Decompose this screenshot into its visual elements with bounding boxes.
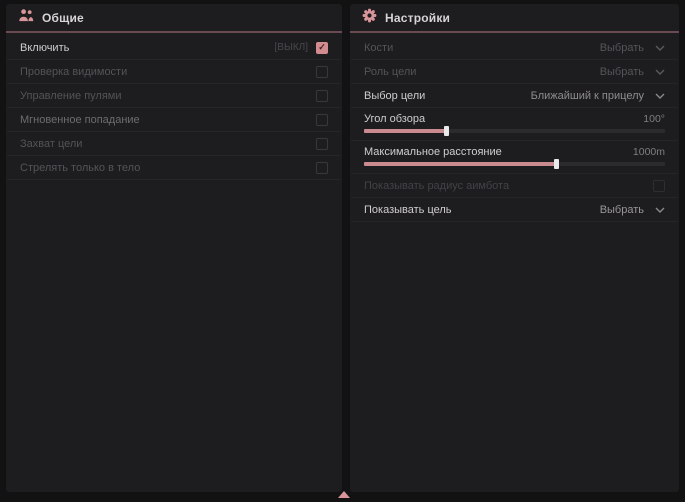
row-target-role[interactable]: Роль цели Выбрать	[351, 60, 678, 84]
row-target-selection[interactable]: Выбор цели Ближайший к прицелу	[351, 84, 678, 108]
dropdown-value: Выбрать	[600, 42, 644, 54]
row-label: Максимальное расстояние	[364, 146, 502, 158]
enable-checkbox[interactable]: ✓	[316, 42, 328, 54]
row-bullet-control[interactable]: Управление пулями	[7, 84, 341, 108]
target-role-dropdown[interactable]: Выбрать	[600, 66, 665, 78]
dropdown-value: Выбрать	[600, 66, 644, 78]
show-target-dropdown[interactable]: Выбрать	[600, 204, 665, 216]
row-label: Управление пулями	[20, 90, 122, 102]
general-rows: Включить [ВЫКЛ] ✓ Проверка видимости Упр…	[6, 33, 342, 180]
fov-slider-handle[interactable]	[444, 126, 449, 136]
users-icon	[18, 8, 34, 28]
panel-settings: Настройки Кости Выбрать Роль цели Выбрат…	[350, 4, 679, 492]
instant-hit-checkbox[interactable]	[316, 114, 328, 126]
fov-slider-fill	[364, 129, 447, 133]
visibility-check-checkbox[interactable]	[316, 66, 328, 78]
max-distance-value: 1000m	[633, 146, 665, 158]
row-label: Показывать радиус аимбота	[364, 180, 509, 192]
hotkey-hint: [ВЫКЛ]	[275, 42, 308, 53]
chevron-down-icon	[655, 207, 665, 213]
panel-settings-title: Настройки	[385, 11, 450, 25]
fov-slider[interactable]	[364, 129, 665, 133]
chevron-down-icon	[655, 93, 665, 99]
show-aimbot-radius-checkbox[interactable]	[653, 180, 665, 192]
row-bones[interactable]: Кости Выбрать	[351, 36, 678, 60]
row-label: Стрелять только в тело	[20, 162, 140, 174]
chevron-down-icon	[655, 45, 665, 51]
row-max-distance: Максимальное расстояние 1000m	[351, 141, 678, 174]
row-label: Выбор цели	[364, 90, 425, 102]
row-label: Роль цели	[364, 66, 416, 78]
row-show-target[interactable]: Показывать цель Выбрать	[351, 198, 678, 222]
row-fov: Угол обзора 100°	[351, 108, 678, 141]
max-distance-slider-fill	[364, 162, 557, 166]
row-enable[interactable]: Включить [ВЫКЛ] ✓	[7, 36, 341, 60]
row-label: Проверка видимости	[20, 66, 127, 78]
row-label: Кости	[364, 42, 393, 54]
panel-general: Общие Включить [ВЫКЛ] ✓ Проверка видимос…	[6, 4, 342, 492]
max-distance-slider-handle[interactable]	[554, 159, 559, 169]
scroll-up-arrow[interactable]	[338, 491, 350, 498]
fov-value: 100°	[643, 113, 665, 125]
panel-general-title: Общие	[42, 11, 84, 25]
chevron-down-icon	[655, 69, 665, 75]
row-label: Включить	[20, 42, 69, 54]
row-visibility-check[interactable]: Проверка видимости	[7, 60, 341, 84]
bones-dropdown[interactable]: Выбрать	[600, 42, 665, 54]
max-distance-slider[interactable]	[364, 162, 665, 166]
row-label: Показывать цель	[364, 204, 452, 216]
settings-rows: Кости Выбрать Роль цели Выбрать Выбор це…	[350, 33, 679, 222]
target-lock-checkbox[interactable]	[316, 138, 328, 150]
row-show-aimbot-radius[interactable]: Показывать радиус аимбота	[351, 174, 678, 198]
panel-general-header: Общие	[6, 4, 342, 31]
panel-settings-header: Настройки	[350, 4, 679, 31]
check-icon: ✓	[318, 43, 326, 52]
body-only-checkbox[interactable]	[316, 162, 328, 174]
row-instant-hit[interactable]: Мгновенное попадание	[7, 108, 341, 132]
row-label: Угол обзора	[364, 113, 425, 125]
dropdown-value: Выбрать	[600, 204, 644, 216]
target-selection-dropdown[interactable]: Ближайший к прицелу	[531, 90, 665, 102]
row-label: Захват цели	[20, 138, 82, 150]
row-label: Мгновенное попадание	[20, 114, 140, 126]
dropdown-value: Ближайший к прицелу	[531, 90, 644, 102]
bullet-control-checkbox[interactable]	[316, 90, 328, 102]
row-target-lock[interactable]: Захват цели	[7, 132, 341, 156]
gear-icon	[362, 8, 377, 28]
row-body-only[interactable]: Стрелять только в тело	[7, 156, 341, 180]
